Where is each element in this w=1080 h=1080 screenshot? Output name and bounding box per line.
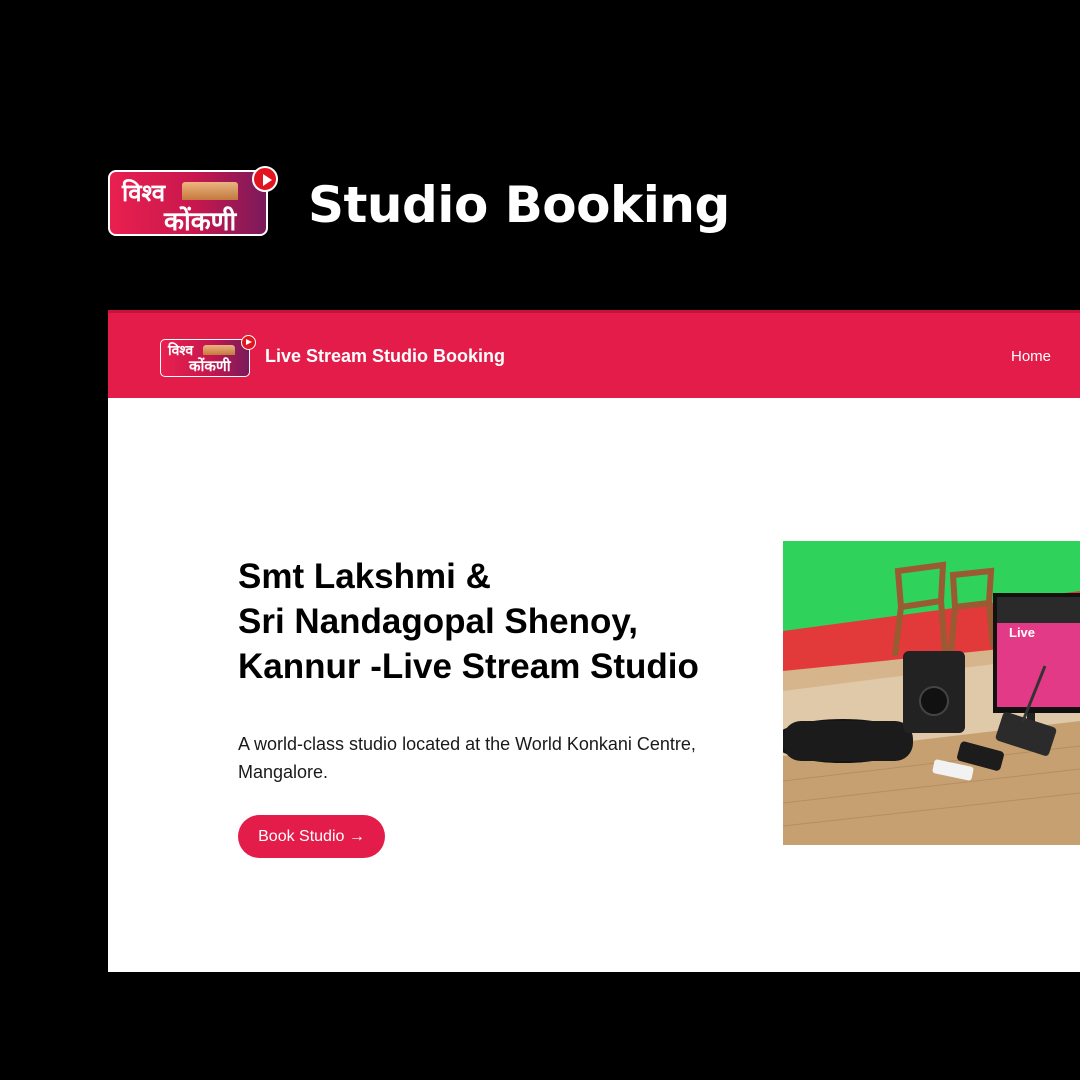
website-preview: विश्व कोंकणी Live Stream Studio Booking … — [108, 310, 1080, 972]
monitor-screen-text: Live — [1009, 625, 1035, 640]
showcase-title: Studio Booking — [308, 176, 730, 234]
logo-text-line1: विश्व — [122, 179, 166, 207]
logo-skyline-graphic — [203, 345, 235, 355]
logo-skyline-graphic — [182, 182, 238, 200]
showcase-logo: विश्व कोंकणी — [108, 166, 278, 238]
hero-title-line: Kannur -Live Stream Studio — [238, 647, 699, 686]
play-icon — [241, 335, 256, 350]
site-title[interactable]: Live Stream Studio Booking — [265, 343, 505, 369]
navbar: विश्व कोंकणी Live Stream Studio Booking … — [108, 310, 1080, 398]
book-studio-button[interactable]: Book Studio → — [238, 815, 385, 858]
nav-logo[interactable]: विश्व कोंकणी — [160, 335, 256, 379]
logo-badge: विश्व कोंकणी — [108, 170, 268, 236]
hero-description: A world-class studio located at the Worl… — [238, 734, 696, 782]
logo-badge: विश्व कोंकणी — [160, 339, 250, 377]
hero-title-line: Sri Nandagopal Shenoy, — [238, 602, 638, 641]
nav-link-home[interactable]: Home — [1011, 346, 1051, 368]
studio-illustration: Live — [783, 541, 1080, 845]
play-icon — [252, 166, 278, 192]
logo-text-line2: कोंकणी — [164, 207, 237, 236]
logo-text-line2: कोंकणी — [189, 357, 231, 375]
hero-title: Smt Lakshmi & Sri Nandagopal Shenoy, Kan… — [238, 554, 778, 689]
studio-photo: Live — [783, 541, 1080, 845]
hero-title-line: Smt Lakshmi & — [238, 557, 491, 596]
